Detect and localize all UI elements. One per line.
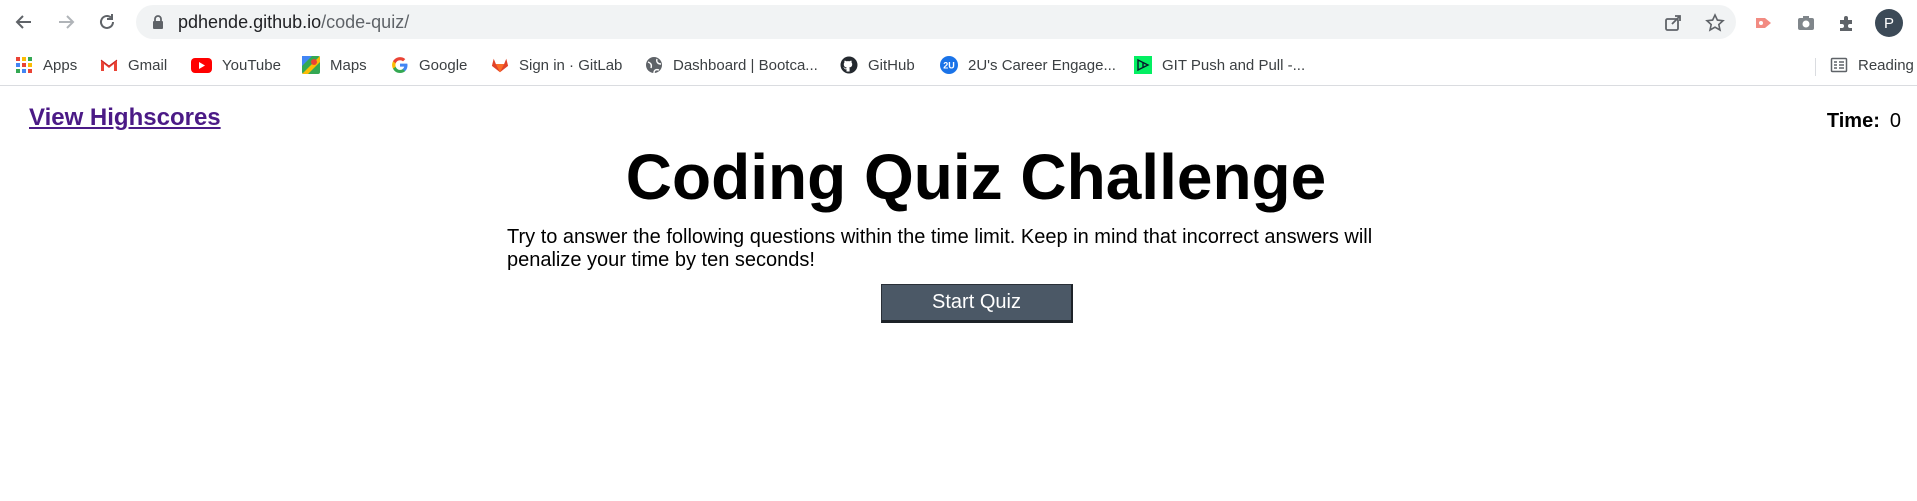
bookmark-git-push-pull[interactable]: GIT Push and Pull -... [1134,52,1305,78]
bookmarks-bar: Apps Gmail YouTube Maps Google Sign in ·… [0,44,1917,86]
bookmark-label: 2U's Career Engage... [968,56,1116,74]
maps-icon [302,56,320,74]
profile-avatar[interactable]: P [1875,9,1903,37]
share-button[interactable] [1662,13,1684,33]
start-quiz-button[interactable]: Start Quiz [881,284,1073,323]
bookmark-label: Reading [1858,56,1914,74]
arrow-right-icon [59,15,75,29]
apps-grid-icon [15,56,33,74]
quiz-instructions: Try to answer the following questions wi… [507,226,1373,271]
url-text: pdhende.github.io/code-quiz/ [178,13,409,31]
view-highscores-link[interactable]: View Highscores [29,104,221,132]
address-bar[interactable]: pdhende.github.io/code-quiz/ [136,5,1736,39]
bookmark-label: Gmail [128,56,168,74]
extensions-button[interactable] [1835,11,1859,35]
url-host: pdhende.github.io [178,12,322,32]
extension-red-button[interactable] [1752,11,1776,35]
red-arrow-extension-icon [1756,18,1771,28]
bookmark-label: Google [419,56,468,74]
bookmark-google[interactable]: Google [391,52,467,78]
browser-toolbar: pdhende.github.io/code-quiz/ P [0,0,1917,44]
bookmark-github[interactable]: GitHub [840,52,915,78]
bookmark-label: Maps [330,56,367,74]
bookmark-youtube[interactable]: YouTube [191,52,281,78]
bookmark-label: GitHub [868,56,915,74]
quiz-timer: Time: 0 [1827,110,1901,133]
bookmark-label: Apps [43,56,78,74]
bookmark-gitlab[interactable]: Sign in · GitLab [491,52,622,78]
screenshot-extension-button[interactable] [1794,11,1818,35]
reload-button[interactable] [92,8,122,36]
globe-icon [645,56,663,74]
time-label: Time: [1826,110,1880,132]
bookmark-label: Dashboard | Bootca... [673,56,818,74]
url-path: /code-quiz/ [321,12,410,32]
puzzle-icon [1840,16,1852,31]
youtube-icon [191,56,212,74]
bookmarks-divider [1815,58,1816,76]
bookmark-maps[interactable]: Maps [302,52,367,78]
bookmark-label: Sign in · GitLab [519,56,623,74]
dc-icon [1134,56,1152,74]
share-icon [1665,15,1681,31]
forward-button[interactable] [51,8,81,36]
bookmark-label: YouTube [222,56,281,74]
reading-list-button[interactable]: Reading [1830,52,1914,78]
page-title: Coding Quiz Challenge [625,141,1327,213]
reading-list-icon [1830,56,1848,74]
svg-text:2U: 2U [943,61,955,71]
bookmark-2u-career[interactable]: 2U 2U's Career Engage... [940,52,1116,78]
gitlab-icon [491,56,509,74]
star-icon [1705,13,1725,32]
lock-icon [153,15,163,29]
reload-icon [100,14,114,29]
time-value: 0 [1889,110,1901,132]
arrow-left-icon [15,15,31,29]
back-button[interactable] [9,8,39,36]
bookmark-apps[interactable]: Apps [15,52,77,78]
bookmark-dashboard[interactable]: Dashboard | Bootca... [645,52,818,78]
bookmark-star-button[interactable] [1704,13,1726,33]
google-icon [391,56,409,74]
camera-icon [1798,16,1814,30]
2u-icon: 2U [940,56,958,74]
bookmark-gmail[interactable]: Gmail [100,52,167,78]
github-icon [840,56,858,74]
bookmark-label: GIT Push and Pull -... [1162,56,1306,74]
gmail-icon [100,56,118,74]
